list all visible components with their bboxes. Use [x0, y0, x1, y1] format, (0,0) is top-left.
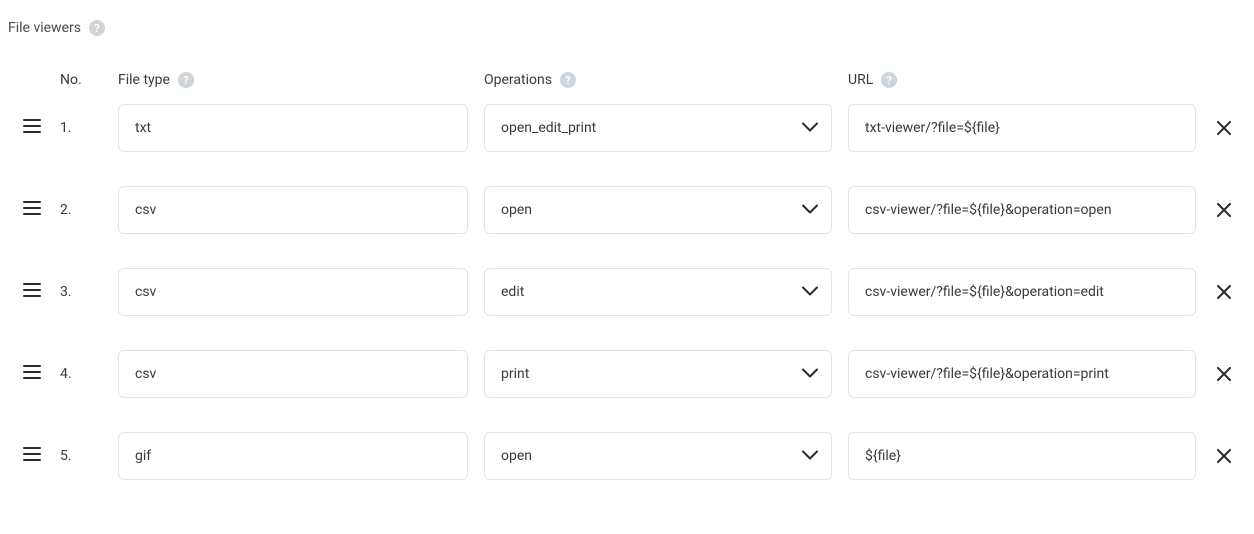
section-title: File viewers ?: [8, 20, 1246, 36]
row-number: 3.: [60, 284, 72, 300]
file-type-input[interactable]: [118, 350, 468, 398]
operations-select[interactable]: [484, 432, 832, 480]
remove-row-button[interactable]: [1217, 121, 1231, 135]
table-row: 1.: [8, 104, 1246, 152]
section-title-text: File viewers: [8, 20, 81, 36]
header-no: No.: [60, 72, 82, 88]
url-input[interactable]: [848, 268, 1196, 316]
operations-select[interactable]: [484, 268, 832, 316]
table-row: 5.: [8, 432, 1246, 480]
file-type-input[interactable]: [118, 186, 468, 234]
table-header: No. File type? Operations? URL?: [8, 72, 1246, 88]
operations-select[interactable]: [484, 104, 832, 152]
operations-select[interactable]: [484, 186, 832, 234]
row-number: 5.: [60, 448, 72, 464]
drag-handle-icon[interactable]: [23, 119, 41, 137]
header-operations: Operations: [484, 72, 552, 88]
file-type-input[interactable]: [118, 268, 468, 316]
drag-handle-icon[interactable]: [23, 201, 41, 219]
close-icon: [1217, 449, 1231, 463]
url-input[interactable]: [848, 186, 1196, 234]
close-icon: [1217, 285, 1231, 299]
drag-handle-icon[interactable]: [23, 447, 41, 465]
drag-handle-icon[interactable]: [23, 283, 41, 301]
close-icon: [1217, 367, 1231, 381]
close-icon: [1217, 203, 1231, 217]
help-icon[interactable]: ?: [881, 72, 897, 88]
row-number: 4.: [60, 366, 72, 382]
remove-row-button[interactable]: [1217, 367, 1231, 381]
table-row: 3.: [8, 268, 1246, 316]
remove-row-button[interactable]: [1217, 285, 1231, 299]
file-type-input[interactable]: [118, 104, 468, 152]
operations-select[interactable]: [484, 350, 832, 398]
file-type-input[interactable]: [118, 432, 468, 480]
close-icon: [1217, 121, 1231, 135]
table-row: 2.: [8, 186, 1246, 234]
table-row: 4.: [8, 350, 1246, 398]
remove-row-button[interactable]: [1217, 449, 1231, 463]
row-number: 2.: [60, 202, 72, 218]
url-input[interactable]: [848, 350, 1196, 398]
help-icon[interactable]: ?: [560, 72, 576, 88]
help-icon[interactable]: ?: [89, 20, 105, 36]
help-icon[interactable]: ?: [178, 72, 194, 88]
url-input[interactable]: [848, 432, 1196, 480]
header-file-type: File type: [118, 72, 170, 88]
row-number: 1.: [60, 120, 72, 136]
url-input[interactable]: [848, 104, 1196, 152]
header-url: URL: [848, 72, 873, 88]
remove-row-button[interactable]: [1217, 203, 1231, 217]
drag-handle-icon[interactable]: [23, 365, 41, 383]
